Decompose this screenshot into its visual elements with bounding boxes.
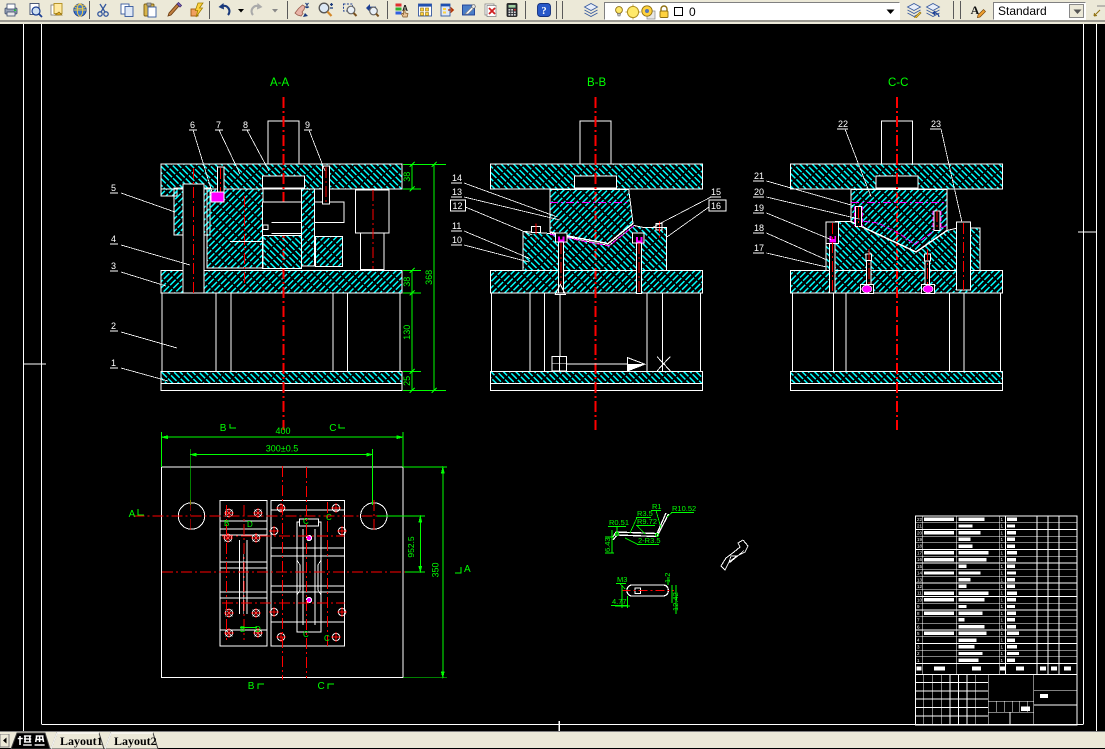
svg-text:15: 15 xyxy=(711,187,721,197)
svg-text:10: 10 xyxy=(917,597,923,602)
svg-text:Layout1: Layout1 xyxy=(60,734,103,748)
svg-text:9: 9 xyxy=(305,120,310,130)
svg-text:C: C xyxy=(303,630,309,639)
svg-text:952.5: 952.5 xyxy=(406,536,416,558)
svg-text:R9.72: R9.72 xyxy=(637,517,657,526)
svg-text:18: 18 xyxy=(754,223,764,233)
svg-text:R10.52: R10.52 xyxy=(672,504,696,513)
svg-text:4.77: 4.77 xyxy=(612,597,627,606)
svg-text:20: 20 xyxy=(917,530,923,535)
svg-text:38: 38 xyxy=(402,172,412,182)
svg-text:?: ? xyxy=(541,6,546,17)
svg-text:A: A xyxy=(464,564,471,575)
svg-text:19: 19 xyxy=(754,203,764,213)
svg-text:300±0.5: 300±0.5 xyxy=(266,444,298,454)
svg-text:10: 10 xyxy=(452,235,462,245)
svg-text:17: 17 xyxy=(754,243,764,253)
svg-text:D: D xyxy=(255,625,261,634)
svg-text:22: 22 xyxy=(838,119,848,129)
svg-text:R0.51: R0.51 xyxy=(609,518,629,527)
svg-text:12: 12 xyxy=(453,201,463,211)
svg-text:14: 14 xyxy=(452,173,462,183)
svg-text:M3: M3 xyxy=(617,575,627,584)
svg-text:23: 23 xyxy=(931,119,941,129)
svg-text:21: 21 xyxy=(917,524,923,529)
svg-text:13: 13 xyxy=(452,187,462,197)
svg-text:A: A xyxy=(129,509,136,520)
svg-text:12: 12 xyxy=(917,584,923,589)
svg-text:C: C xyxy=(318,681,325,692)
svg-text:B: B xyxy=(248,681,255,692)
svg-text:17: 17 xyxy=(917,550,923,555)
svg-text:5: 5 xyxy=(111,183,116,193)
svg-text:22: 22 xyxy=(917,517,923,522)
svg-text:6.43: 6.43 xyxy=(603,537,612,552)
svg-text:20: 20 xyxy=(754,187,764,197)
svg-text:38: 38 xyxy=(402,277,412,287)
svg-text:350: 350 xyxy=(431,562,441,577)
svg-text:C-C: C-C xyxy=(888,77,908,89)
svg-text:1.2: 1.2 xyxy=(663,573,672,583)
svg-text:D: D xyxy=(247,520,253,529)
svg-text:B: B xyxy=(220,423,227,434)
svg-text:11: 11 xyxy=(452,221,461,231)
svg-text:B: B xyxy=(240,625,245,634)
svg-text:8: 8 xyxy=(243,120,248,130)
svg-text:400: 400 xyxy=(275,426,290,436)
svg-text:1: 1 xyxy=(111,358,116,368)
svg-text:B: B xyxy=(224,519,229,528)
svg-text:368: 368 xyxy=(424,270,434,285)
svg-text:B-B: B-B xyxy=(587,77,607,89)
svg-text:C: C xyxy=(329,423,336,434)
svg-text:6: 6 xyxy=(190,120,195,130)
svg-text:Layout2: Layout2 xyxy=(114,734,157,748)
svg-text:21: 21 xyxy=(754,171,764,181)
svg-text:C: C xyxy=(326,513,332,522)
svg-text:2: 2 xyxy=(111,321,116,331)
svg-text:14: 14 xyxy=(917,571,923,576)
svg-text:18: 18 xyxy=(917,544,923,549)
svg-text:2-R3.5: 2-R3.5 xyxy=(638,536,661,545)
svg-text:4: 4 xyxy=(111,234,116,244)
svg-text:13: 13 xyxy=(917,577,923,582)
svg-text:7: 7 xyxy=(216,120,221,130)
svg-text:C: C xyxy=(324,634,330,643)
svg-text:16: 16 xyxy=(711,201,721,211)
svg-text:11: 11 xyxy=(917,591,922,596)
svg-text:15: 15 xyxy=(917,564,923,569)
svg-text:R1: R1 xyxy=(652,502,662,511)
svg-text:19: 19 xyxy=(917,537,923,542)
svg-text:16: 16 xyxy=(917,557,923,562)
svg-text:C: C xyxy=(303,517,309,526)
svg-text:130: 130 xyxy=(402,325,412,340)
svg-text:3: 3 xyxy=(111,261,116,271)
svg-text:A-A: A-A xyxy=(270,77,290,89)
svg-text:25: 25 xyxy=(402,376,412,386)
